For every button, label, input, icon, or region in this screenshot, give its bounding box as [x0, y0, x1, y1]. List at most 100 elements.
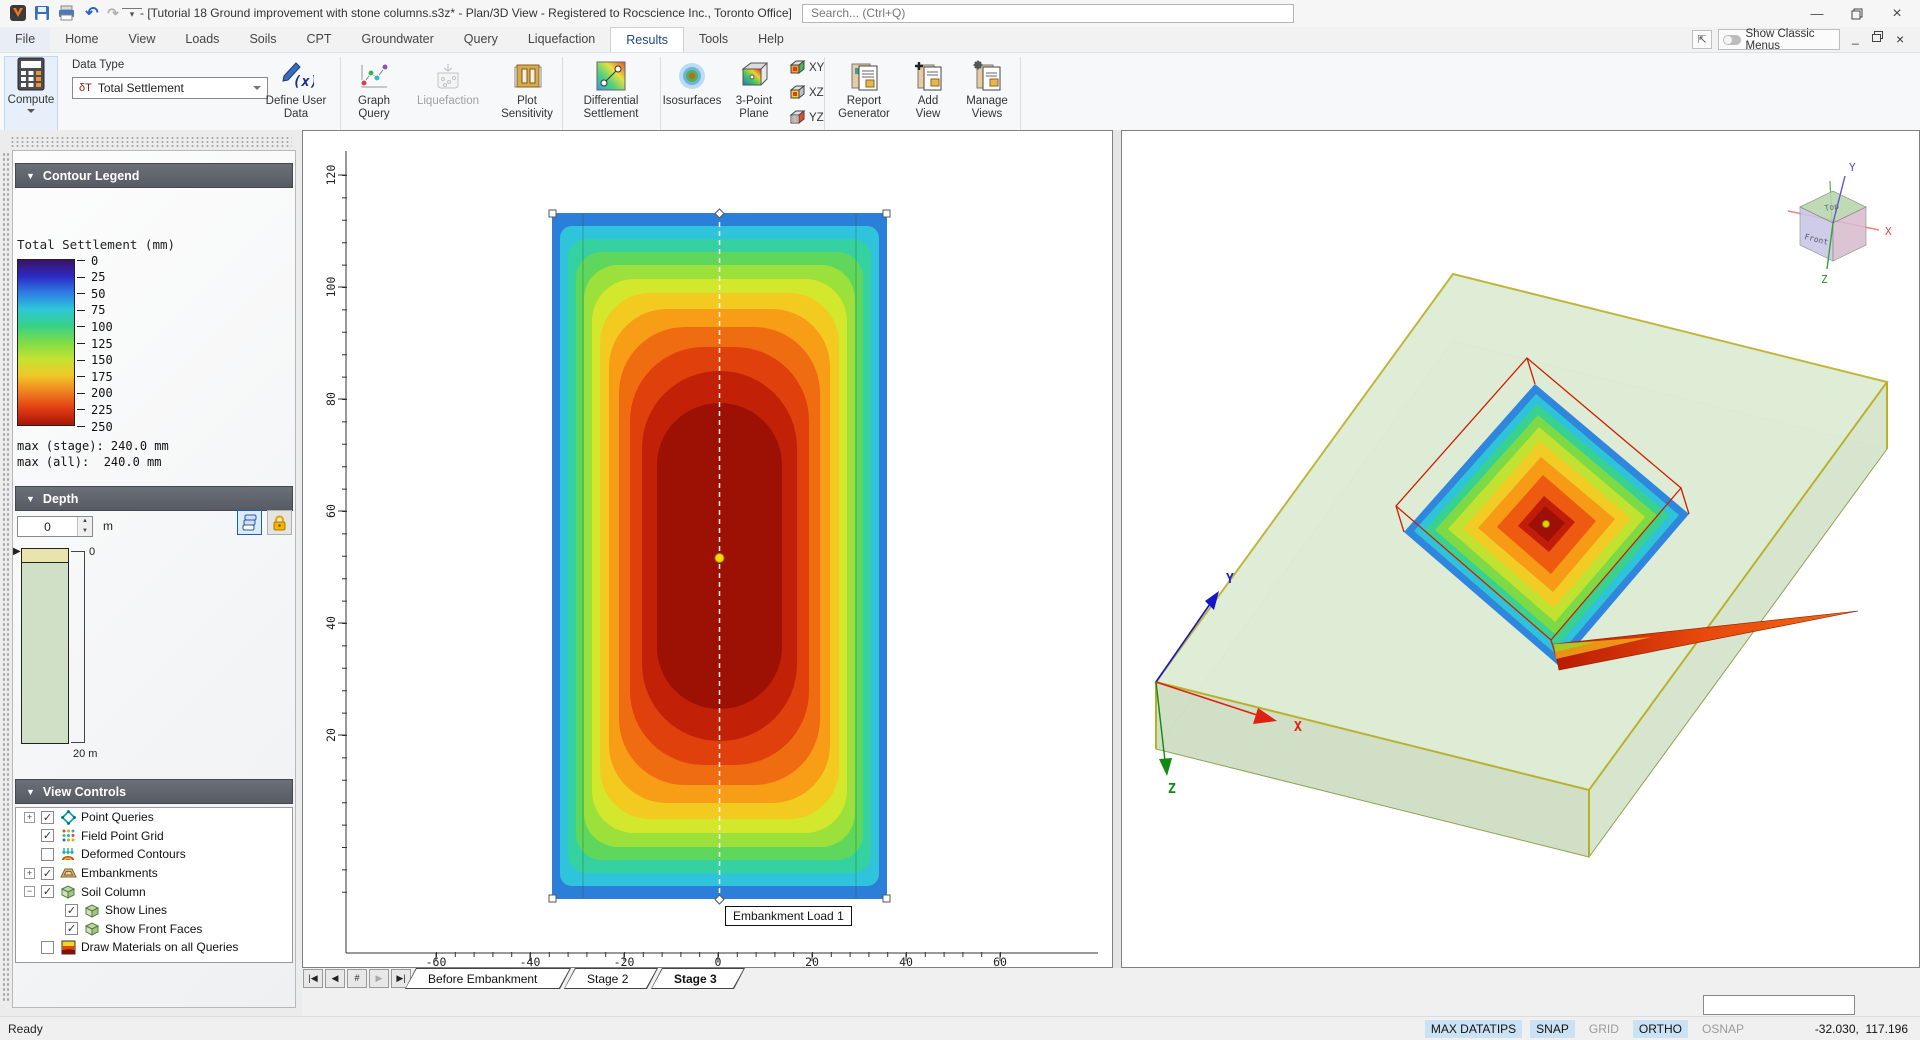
show-classic-menus-toggle[interactable]: Show Classic Menus: [1718, 29, 1840, 50]
toggle-snap[interactable]: SNAP: [1530, 1020, 1575, 1038]
three-point-plane-button[interactable]: 3-Point Plane: [724, 57, 784, 121]
checkbox[interactable]: [41, 941, 54, 954]
toggle-max-datatips[interactable]: MAX DATATIPS: [1425, 1020, 1522, 1038]
tree-item-embankments[interactable]: + ✓ Embankments: [16, 864, 292, 883]
tree-item-show-front-faces[interactable]: ✓ Show Front Faces: [16, 920, 292, 939]
manage-views-button[interactable]: Manage Views: [956, 57, 1018, 121]
define-user-data-button[interactable]: (x) Define User Data: [258, 57, 334, 121]
query-point[interactable]: [715, 554, 724, 563]
orientation-cube[interactable]: Top Front Y X Z: [1788, 161, 1892, 286]
tab-file[interactable]: File: [0, 27, 50, 52]
toggle-grid[interactable]: GRID: [1583, 1020, 1625, 1038]
previous-stage-button[interactable]: ◀: [325, 969, 345, 988]
add-view-button[interactable]: Add View: [904, 57, 952, 121]
tab-soils[interactable]: Soils: [234, 27, 291, 52]
tab-cpt[interactable]: CPT: [292, 27, 347, 52]
graph-query-button[interactable]: Graph Query: [344, 57, 404, 121]
soil-column-body: [21, 563, 69, 744]
stage-tab-before-embankment[interactable]: Before Embankment: [405, 968, 571, 989]
toggle-ortho[interactable]: ORTHO: [1633, 1020, 1688, 1038]
view-3d-canvas[interactable]: Y X Z Top Front Y X Z: [1121, 130, 1920, 968]
depth-header[interactable]: ▼ Depth: [15, 486, 293, 511]
checkbox[interactable]: [41, 848, 54, 861]
expand-toggle[interactable]: −: [24, 886, 35, 897]
search-input[interactable]: Search... (Ctrl+Q): [802, 4, 1294, 23]
checkbox[interactable]: ✓: [41, 811, 54, 824]
toggle-osnap[interactable]: OSNAP: [1696, 1020, 1750, 1038]
define-user-data-icon: (x): [278, 57, 314, 95]
compute-button[interactable]: Compute: [4, 56, 58, 134]
checkbox[interactable]: ✓: [41, 867, 54, 880]
tree-item-show-lines[interactable]: ✓ Show Lines: [16, 901, 292, 920]
x-axis-tick: -40: [520, 955, 541, 967]
undo-icon[interactable]: ↶: [82, 3, 102, 23]
mdi-restore-button[interactable]: [1872, 31, 1883, 45]
y-axis-tick: 100: [324, 277, 338, 298]
plot-sensitivity-button[interactable]: Plot Sensitivity: [490, 57, 564, 121]
window-minimize-button[interactable]: —: [1800, 0, 1834, 27]
tree-item-draw-materials[interactable]: Draw Materials on all Queries: [16, 938, 292, 957]
depth-marker-icon[interactable]: ▶: [13, 546, 21, 557]
contour-legend-header[interactable]: ▼ Contour Legend: [15, 163, 293, 188]
show-all-layers-button[interactable]: [237, 510, 262, 535]
lock-depth-button[interactable]: [267, 510, 292, 535]
embankment-load-label[interactable]: Embankment Load 1: [725, 906, 852, 926]
expand-toggle[interactable]: +: [24, 868, 35, 879]
plane-yz-button[interactable]: YZ: [788, 109, 824, 126]
plane-xy-button[interactable]: XY: [788, 59, 824, 76]
tab-loads[interactable]: Loads: [170, 27, 234, 52]
differential-settlement-button[interactable]: Differential Settlement: [566, 57, 656, 121]
depth-spinner-buttons[interactable]: ▲▼: [77, 517, 92, 536]
isosurfaces-button[interactable]: Isosurfaces: [662, 57, 722, 108]
stage-tab-stage3[interactable]: Stage 3: [651, 968, 745, 989]
tab-groundwater[interactable]: Groundwater: [347, 27, 449, 52]
data-type-select[interactable]: δT Total Settlement: [72, 77, 268, 99]
checkbox[interactable]: ✓: [41, 885, 54, 898]
plane-xz-button[interactable]: XZ: [788, 84, 824, 101]
panel-grip-vertical[interactable]: [2, 152, 11, 1002]
stage-number-button[interactable]: #: [347, 969, 367, 988]
report-generator-icon: [847, 57, 881, 95]
tab-liquefaction[interactable]: Liquefaction: [513, 27, 610, 52]
checkbox[interactable]: ✓: [65, 922, 78, 935]
query-point-3d[interactable]: [1543, 521, 1550, 528]
tab-help[interactable]: Help: [743, 27, 799, 52]
panel-grip-horizontal[interactable]: [10, 136, 292, 147]
view-controls-header[interactable]: ▼ View Controls: [15, 779, 293, 804]
first-stage-button[interactable]: |◀: [303, 969, 323, 988]
mdi-minimize-button[interactable]: _: [1852, 31, 1859, 45]
ribbon-pin-icon[interactable]: ⇱: [1692, 30, 1712, 49]
x-axis-tick: 0: [715, 955, 722, 967]
save-icon[interactable]: [32, 3, 52, 23]
cube-axis-y-label: Y: [1849, 161, 1856, 174]
checkbox[interactable]: ✓: [65, 904, 78, 917]
next-stage-button[interactable]: ▶: [369, 969, 389, 988]
tree-item-soil-column[interactable]: − ✓ Soil Column: [16, 882, 292, 901]
expand-toggle[interactable]: +: [24, 812, 35, 823]
tree-item-deformed-contours[interactable]: Deformed Contours: [16, 845, 292, 864]
checkbox[interactable]: ✓: [41, 829, 54, 842]
axis-y-label: Y: [1226, 572, 1234, 587]
tab-view[interactable]: View: [114, 27, 171, 52]
print-icon[interactable]: [56, 3, 76, 23]
depth-input[interactable]: 0 ▲▼: [17, 516, 93, 537]
report-generator-button[interactable]: Report Generator: [828, 57, 900, 121]
tab-home[interactable]: Home: [50, 27, 113, 52]
toggle-pill-icon: [1723, 35, 1741, 45]
tab-query[interactable]: Query: [449, 27, 513, 52]
liquefaction-button: Liquefaction: [410, 57, 486, 108]
tab-tools[interactable]: Tools: [684, 27, 743, 52]
tree-item-point-queries[interactable]: + ✓ Point Queries: [16, 808, 292, 827]
compute-dropdown-caret[interactable]: [27, 109, 35, 113]
redo-icon[interactable]: ↷: [103, 3, 123, 23]
quick-access-caret-icon[interactable]: ▾: [122, 8, 142, 20]
mdi-close-button[interactable]: ×: [1896, 31, 1904, 47]
tree-item-field-point-grid[interactable]: ✓ Field Point Grid: [16, 827, 292, 846]
pane-splitter[interactable]: [1113, 130, 1121, 968]
stage-tab-stage2[interactable]: Stage 2: [564, 968, 658, 989]
legend-tick-label: 175: [91, 370, 113, 384]
tab-results[interactable]: Results: [610, 27, 684, 52]
plan-view-canvas[interactable]: 120 100 80 60 40 20 -60 -40 -20 0 20 40 …: [302, 130, 1113, 968]
window-close-button[interactable]: ×: [1880, 0, 1914, 27]
window-restore-button[interactable]: [1840, 0, 1874, 27]
